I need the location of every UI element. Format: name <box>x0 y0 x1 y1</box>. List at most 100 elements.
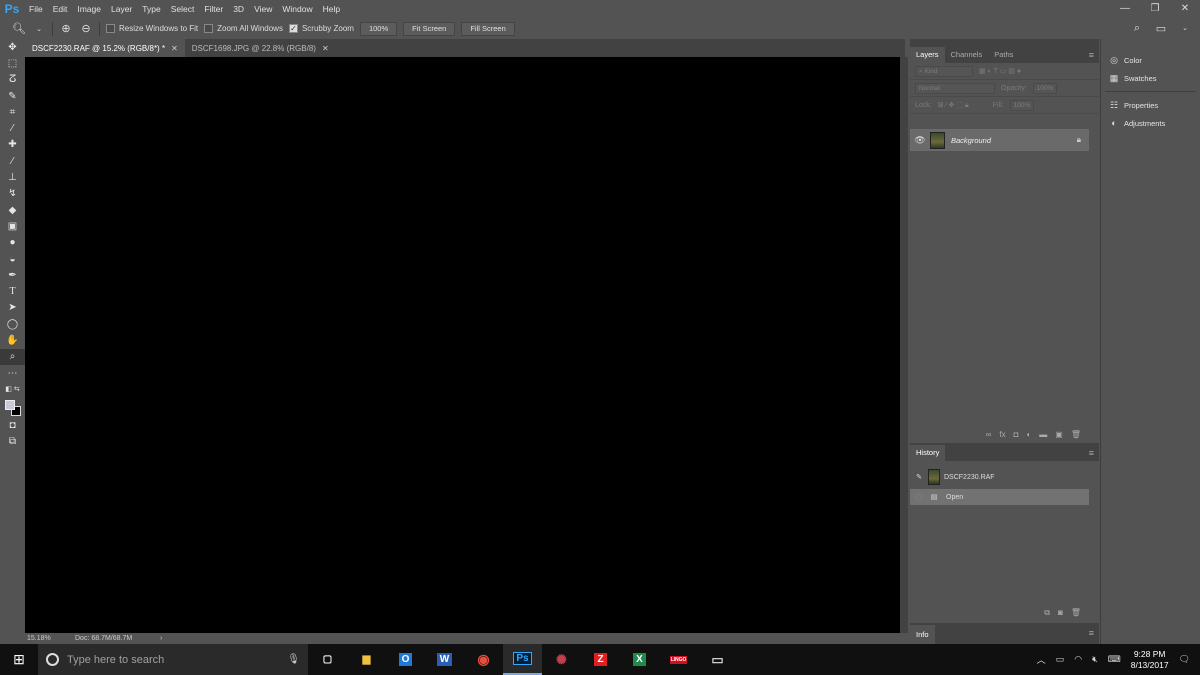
eye-icon[interactable]: 👁︎ <box>910 135 930 146</box>
history-brush-icon[interactable]: ✎ <box>910 473 928 481</box>
dock-swatches[interactable]: ▦ Swatches <box>1101 69 1200 87</box>
windows-start-icon[interactable]: ⊞ <box>0 644 38 675</box>
volume-muted-icon[interactable]: 🔇︎ <box>1092 654 1098 665</box>
new-document-icon[interactable]: ⧉ <box>1044 608 1050 618</box>
menu-select[interactable]: Select <box>166 4 200 14</box>
resize-windows-checkbox[interactable]: Resize Windows to Fit <box>106 24 198 33</box>
layer-name[interactable]: Background <box>951 136 991 145</box>
marquee-tool-icon[interactable]: ⬚ <box>0 55 25 71</box>
photoshop-taskbar-icon[interactable]: Ps <box>503 644 542 675</box>
type-tool-icon[interactable]: T <box>0 283 25 299</box>
pen-tool-icon[interactable]: ✒ <box>0 267 25 283</box>
tab-channels[interactable]: Channels <box>945 47 989 63</box>
new-layer-icon[interactable]: ▣ <box>1055 430 1063 439</box>
menu-view[interactable]: View <box>249 4 277 14</box>
quick-select-tool-icon[interactable]: ✎ <box>0 88 25 104</box>
excel-icon[interactable]: X <box>620 644 659 675</box>
tab-dscf2230[interactable]: DSCF2230.RAF @ 15.2% (RGB/8*) * ✕ <box>25 39 185 57</box>
group-folder-icon[interactable]: ▬ <box>1039 430 1047 439</box>
menu-3d[interactable]: 3D <box>228 4 249 14</box>
zoom-out-icon[interactable]: ⊖ <box>79 22 93 36</box>
lingo-app-icon[interactable]: LINGO <box>659 644 698 675</box>
chevron-down-icon[interactable]: ⌄ <box>32 22 46 36</box>
move-tool-icon[interactable]: ✥ <box>0 39 25 55</box>
chevron-up-icon[interactable]: ︿ <box>1037 653 1046 666</box>
trash-icon[interactable]: 🗑 <box>1071 430 1081 439</box>
zoom-all-checkbox[interactable]: Zoom All Windows <box>204 24 283 33</box>
clock[interactable]: 9:28 PM 8/13/2017 <box>1131 649 1169 671</box>
blur-tool-icon[interactable]: ● <box>0 235 25 251</box>
restore-button[interactable]: ❐ <box>1140 0 1170 17</box>
snapshot-camera-icon[interactable]: ◙ <box>1058 608 1063 617</box>
document-canvas[interactable] <box>25 57 900 633</box>
eyedropper-tool-icon[interactable]: ⁄ <box>0 120 25 136</box>
history-step-open[interactable]: ▢ ▤ Open <box>910 489 1089 505</box>
menu-file[interactable]: File <box>24 4 48 14</box>
lock-icons[interactable]: ⊠ ∕ ✥ ⬚ 🔒︎ <box>938 101 969 110</box>
word-icon[interactable]: W <box>425 644 464 675</box>
search-icon[interactable]: ⌕ <box>1130 21 1144 35</box>
menu-layer[interactable]: Layer <box>106 4 137 14</box>
gradient-tool-icon[interactable]: ▣ <box>0 218 25 234</box>
fill-field[interactable]: 100% <box>1009 99 1035 111</box>
zoom-tool-icon[interactable]: ⌕ <box>0 348 25 365</box>
panel-menu-icon[interactable]: ≡ <box>1089 50 1094 60</box>
zoom-tool-icon[interactable]: 🔍︎ <box>12 22 26 36</box>
history-brush-icon[interactable]: ↯ <box>0 186 25 202</box>
close-button[interactable]: ✕ <box>1170 0 1200 17</box>
minimize-button[interactable]: — <box>1110 0 1140 17</box>
screen-mode-icon[interactable]: ⧉ <box>0 434 25 450</box>
layer-mask-icon[interactable]: ◘ <box>1014 430 1019 439</box>
outlook-icon[interactable]: O <box>386 644 425 675</box>
path-select-icon[interactable]: ➤ <box>0 300 25 316</box>
dock-adjustments[interactable]: ◐ Adjustments <box>1101 114 1200 132</box>
tab-paths[interactable]: Paths <box>988 47 1019 63</box>
zoom-level[interactable]: 15.18% <box>25 635 75 642</box>
layer-background[interactable]: 👁︎ Background 🔒︎ <box>910 129 1089 151</box>
link-layers-icon[interactable]: ∞ <box>986 430 992 439</box>
blend-mode-select[interactable]: Normal <box>915 82 995 94</box>
eraser-tool-icon[interactable]: ◆ <box>0 202 25 218</box>
fill-screen-button[interactable]: Fill Screen <box>461 21 515 36</box>
workspace-icon[interactable]: ▭ <box>1154 21 1168 35</box>
opacity-field[interactable]: 100% <box>1032 82 1058 94</box>
clone-stamp-icon[interactable]: ⊥ <box>0 169 25 185</box>
menu-type[interactable]: Type <box>137 4 165 14</box>
file-explorer-icon[interactable]: ▆ <box>347 644 386 675</box>
ellipse-tool-icon[interactable]: ◯ <box>0 316 25 332</box>
panel-menu-icon[interactable]: ≡ <box>1089 448 1094 458</box>
swap-colors-icon[interactable]: ◧ ⇆ <box>0 381 25 397</box>
lock-icon[interactable]: 🔒︎ <box>1077 135 1081 145</box>
zoom-100-button[interactable]: 100% <box>359 21 398 36</box>
panel-menu-icon[interactable]: ≡ <box>1089 628 1094 638</box>
checkbox-box-checked[interactable]: ✓ <box>288 24 298 33</box>
chrome-icon[interactable]: ◉ <box>464 644 503 675</box>
foreground-background-colors[interactable] <box>4 399 21 416</box>
menu-edit[interactable]: Edit <box>48 4 73 14</box>
lasso-tool-icon[interactable]: ⵒ <box>0 72 25 88</box>
zoom-in-icon[interactable]: ⊕ <box>59 22 73 36</box>
menu-help[interactable]: Help <box>318 4 345 14</box>
task-view-icon[interactable]: ▢ <box>308 644 347 675</box>
taskbar-search[interactable]: Type here to search 🎙︎ <box>38 644 308 675</box>
close-icon[interactable]: ✕ <box>171 44 178 53</box>
fit-screen-button[interactable]: Fit Screen <box>403 21 456 36</box>
tab-dscf1698[interactable]: DSCF1698.JPG @ 22.8% (RGB/8) ✕ <box>185 39 336 57</box>
more-tools-icon[interactable]: ⋯ <box>0 365 25 381</box>
adjustment-layer-icon[interactable]: ◐ <box>1026 430 1031 439</box>
fx-icon[interactable]: fx <box>999 430 1005 439</box>
kind-filter[interactable]: ⌕ Kind <box>915 65 973 77</box>
chevron-down-icon[interactable]: ⌄ <box>1178 21 1192 35</box>
tab-history[interactable]: History <box>910 445 946 461</box>
menu-image[interactable]: Image <box>72 4 106 14</box>
menu-window[interactable]: Window <box>277 4 317 14</box>
brush-tool-icon[interactable]: ∕ <box>0 153 25 169</box>
checkbox-box[interactable] <box>204 24 214 33</box>
close-icon[interactable]: ✕ <box>322 44 329 53</box>
app-window-icon[interactable]: ▭ <box>698 644 737 675</box>
battery-icon[interactable]: ▭ <box>1056 654 1065 665</box>
color-swatches-icon[interactable] <box>0 398 25 418</box>
gear-app-icon[interactable]: ✺ <box>542 644 581 675</box>
filter-icons[interactable]: ▦ ◐ T ▭ ▤ ● <box>979 67 1021 75</box>
tab-info[interactable]: Info <box>910 625 935 644</box>
